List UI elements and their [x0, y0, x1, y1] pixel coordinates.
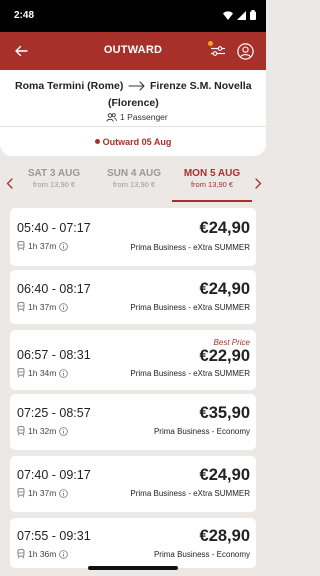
train-price: €35,90 [199, 404, 250, 422]
train-service: Prima Business - Economy [153, 427, 250, 436]
date-tab-sat[interactable]: SAT 3 AUG from 13,90 € [14, 168, 94, 189]
date-tab-label: SAT 3 AUG [27, 168, 81, 179]
status-time: 2:48 [14, 10, 35, 21]
train-times: 06:40 - 08:17 [17, 282, 91, 296]
battery-icon [250, 10, 256, 20]
date-tab-label: SUN 4 AUG [106, 168, 162, 179]
date-selector: SAT 3 AUG from 13,90 € SUN 4 AUG from 13… [0, 164, 266, 204]
next-dates-button[interactable] [251, 174, 265, 192]
app-bar: OUTWARD [0, 32, 266, 70]
train-times: 07:40 - 09:17 [17, 468, 91, 482]
divider [0, 126, 266, 127]
user-circle-icon [236, 42, 254, 60]
train-icon [17, 241, 25, 251]
train-duration-label: 1h 37m [28, 241, 57, 251]
date-dot [94, 139, 100, 144]
train-duration: 1h 36m [17, 549, 69, 559]
date-tab-price: from 13,90 € [32, 180, 76, 189]
train-result-card[interactable]: 07:25 - 08:57 1h 32m €35,90 Prima Busine… [10, 394, 256, 450]
train-result-card[interactable]: 07:55 - 09:31 1h 36m €28,90 Prima Busine… [10, 518, 256, 568]
info-icon[interactable] [59, 488, 69, 498]
train-price: €24,90 [199, 219, 250, 237]
train-price: €22,90 [199, 347, 250, 365]
date-tab-price: from 13,90 € [112, 180, 156, 189]
train-result-card[interactable]: 06:40 - 08:17 1h 37m €24,90 Prima Busine… [10, 270, 256, 324]
train-result-card[interactable]: Best Price 06:57 - 08:31 1h 34m €22,90 P… [10, 330, 256, 390]
chevron-right-icon [254, 177, 261, 189]
passengers-icon [106, 112, 117, 122]
status-bar: 2:48 [0, 0, 266, 32]
train-duration-label: 1h 32m [28, 426, 57, 436]
date-tab-mon[interactable]: MON 5 AUG from 13,90 € [172, 168, 252, 189]
passenger-count: 1 Passenger [106, 112, 168, 122]
info-icon[interactable] [59, 549, 69, 559]
train-service: Prima Business - eXtra SUMMER [130, 369, 250, 378]
wifi-icon [223, 10, 233, 20]
best-price-badge: Best Price [213, 338, 250, 347]
train-times: 07:55 - 09:31 [17, 529, 91, 543]
train-duration: 1h 37m [17, 241, 69, 251]
info-icon[interactable] [59, 302, 69, 312]
train-duration: 1h 34m [17, 368, 69, 378]
destination-city: (Florence) [108, 97, 159, 109]
train-duration: 1h 37m [17, 488, 69, 498]
train-result-card[interactable]: 07:40 - 09:17 1h 37m €24,90 Prima Busine… [10, 456, 256, 512]
train-icon [17, 488, 25, 498]
info-icon[interactable] [59, 241, 69, 251]
info-icon[interactable] [59, 426, 69, 436]
train-times: 05:40 - 07:17 [17, 221, 91, 235]
filter-active-dot [208, 41, 213, 46]
passenger-count-label: 1 Passenger [120, 112, 168, 122]
train-result-card[interactable]: 05:40 - 07:17 1h 37m €24,90 Prima Busine… [10, 208, 256, 266]
signal-icon [237, 10, 246, 20]
train-price: €24,90 [199, 280, 250, 298]
train-duration-label: 1h 36m [28, 549, 57, 559]
train-service: Prima Business - eXtra SUMMER [130, 489, 250, 498]
train-duration-label: 1h 37m [28, 488, 57, 498]
train-times: 06:57 - 08:31 [17, 348, 91, 362]
origin-station: Roma Termini (Rome) [15, 80, 124, 92]
train-service: Prima Business - eXtra SUMMER [130, 303, 250, 312]
selected-date-indicator [172, 200, 252, 202]
train-icon [17, 368, 25, 378]
destination-station: Firenze S.M. Novella [150, 80, 252, 92]
train-price: €24,90 [199, 466, 250, 484]
date-tab-label: MON 5 AUG [183, 168, 241, 179]
status-icons [223, 10, 256, 20]
outward-date-label: Outward 05 Aug [102, 137, 172, 147]
chevron-left-icon [6, 177, 13, 189]
train-times: 07:25 - 08:57 [17, 406, 91, 420]
home-gesture-bar[interactable] [88, 566, 178, 570]
train-duration-label: 1h 34m [28, 368, 57, 378]
train-duration: 1h 37m [17, 302, 69, 312]
outward-date: Outward 05 Aug [0, 137, 266, 147]
info-icon[interactable] [59, 368, 69, 378]
train-service: Prima Business - Economy [153, 550, 250, 559]
train-icon [17, 549, 25, 559]
sliders-icon [211, 46, 225, 56]
train-price: €28,90 [199, 527, 250, 545]
train-icon [17, 426, 25, 436]
train-icon [17, 302, 25, 312]
arrow-right-icon [128, 81, 145, 91]
date-tab-price: from 13,90 € [190, 180, 234, 189]
date-tab-sun[interactable]: SUN 4 AUG from 13,90 € [94, 168, 174, 189]
train-duration-label: 1h 37m [28, 302, 57, 312]
route-summary: Roma Termini (Rome) Firenze S.M. Novella… [0, 70, 266, 156]
train-service: Prima Business - eXtra SUMMER [130, 243, 250, 252]
train-duration: 1h 32m [17, 426, 69, 436]
profile-button[interactable] [233, 40, 257, 62]
